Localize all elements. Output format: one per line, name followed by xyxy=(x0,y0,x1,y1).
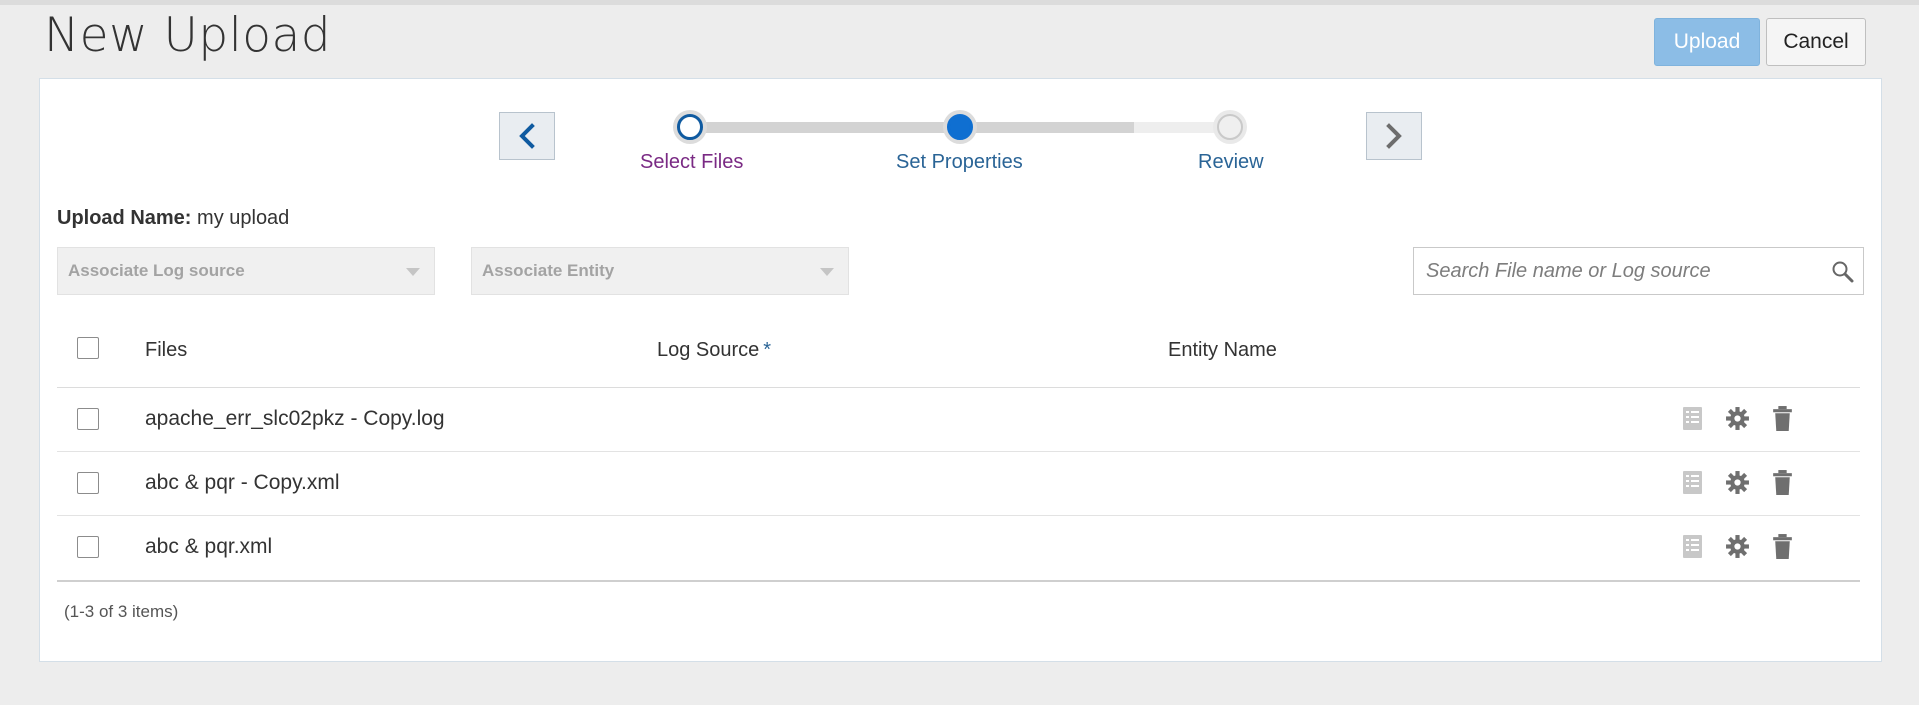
search-input[interactable] xyxy=(1424,258,1818,284)
gear-icon[interactable] xyxy=(1725,405,1750,432)
table-header: Files Log Source * Entity Name xyxy=(57,311,1860,388)
previous-step-button[interactable] xyxy=(499,112,555,160)
required-indicator: * xyxy=(763,339,772,361)
top-border xyxy=(0,0,1919,5)
row-checkbox[interactable] xyxy=(77,408,99,430)
cancel-button[interactable]: Cancel xyxy=(1766,18,1866,66)
column-header-files[interactable]: Files xyxy=(145,339,187,362)
details-icon[interactable] xyxy=(1680,469,1705,496)
page-title: New Upload xyxy=(44,8,332,63)
row-actions xyxy=(1680,469,1795,496)
upload-name: Upload Name: my upload xyxy=(57,207,289,230)
step-set-properties-dot[interactable] xyxy=(947,114,973,140)
trash-icon[interactable] xyxy=(1770,405,1795,432)
upload-name-label: Upload Name: xyxy=(57,207,192,229)
step-review-label[interactable]: Review xyxy=(1198,151,1264,174)
files-table: Files Log Source * Entity Name apache_err… xyxy=(57,311,1860,582)
next-step-button[interactable] xyxy=(1366,112,1422,160)
trash-icon[interactable] xyxy=(1770,533,1795,560)
gear-icon[interactable] xyxy=(1725,469,1750,496)
column-header-log-source[interactable]: Log Source * xyxy=(657,339,771,362)
details-icon[interactable] xyxy=(1680,405,1705,432)
associate-entity-placeholder: Associate Entity xyxy=(482,261,615,280)
step-select-files-label[interactable]: Select Files xyxy=(640,151,743,174)
search-icon[interactable] xyxy=(1831,260,1855,284)
associate-log-source-placeholder: Associate Log source xyxy=(68,261,245,280)
upload-name-value: my upload xyxy=(197,207,290,229)
step-review-dot[interactable] xyxy=(1217,114,1243,140)
train-track-progress xyxy=(690,122,1134,133)
step-select-files-dot[interactable] xyxy=(677,114,703,140)
associate-log-source-select[interactable]: Associate Log source xyxy=(57,247,435,295)
column-header-entity-name[interactable]: Entity Name xyxy=(1168,339,1277,362)
upload-panel: Select Files Set Properties Review Uploa… xyxy=(39,78,1882,662)
table-row[interactable]: abc & pqr.xml xyxy=(57,516,1860,582)
file-name: abc & pqr - Copy.xml xyxy=(145,471,340,494)
details-icon[interactable] xyxy=(1680,533,1705,560)
table-row[interactable]: apache_err_slc02pkz - Copy.log xyxy=(57,388,1860,452)
row-checkbox[interactable] xyxy=(77,472,99,494)
search-field[interactable] xyxy=(1413,247,1864,295)
table-row[interactable]: abc & pqr - Copy.xml xyxy=(57,452,1860,516)
file-name: abc & pqr.xml xyxy=(145,535,273,558)
step-set-properties-label[interactable]: Set Properties xyxy=(896,151,1023,174)
row-actions xyxy=(1680,405,1795,432)
upload-button[interactable]: Upload xyxy=(1654,18,1760,66)
chevron-left-icon xyxy=(519,123,535,149)
gear-icon[interactable] xyxy=(1725,533,1750,560)
chevron-down-icon xyxy=(820,268,834,276)
trash-icon[interactable] xyxy=(1770,469,1795,496)
chevron-down-icon xyxy=(406,268,420,276)
log-source-header-label: Log Source xyxy=(657,339,760,361)
select-all-checkbox[interactable] xyxy=(77,337,99,359)
row-checkbox[interactable] xyxy=(77,536,99,558)
file-name: apache_err_slc02pkz - Copy.log xyxy=(145,407,445,430)
chevron-right-icon xyxy=(1386,123,1402,149)
row-actions xyxy=(1680,533,1795,560)
pagination-summary: (1-3 of 3 items) xyxy=(64,602,179,621)
associate-entity-select[interactable]: Associate Entity xyxy=(471,247,849,295)
